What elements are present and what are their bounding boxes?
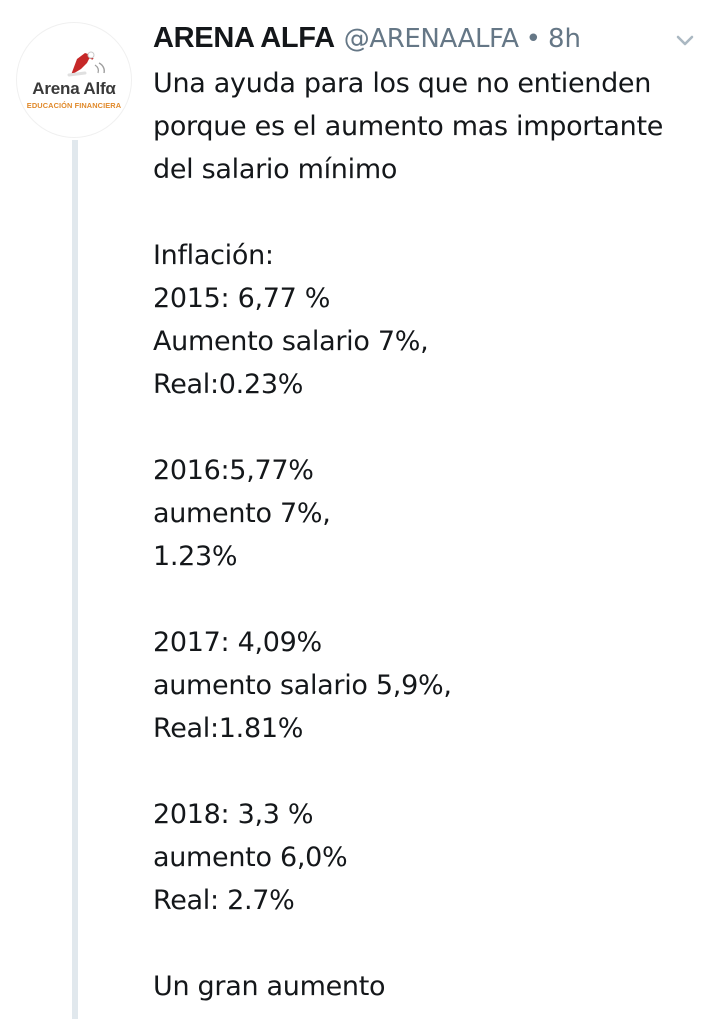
text-line: Inflación: [153, 240, 274, 271]
avatar[interactable]: Arena Alfα EDUCACIÓN FINANCIERA [17, 23, 131, 137]
text-line: aumento salario 5,9%, [153, 670, 452, 701]
text-line: Real: 2.7% [153, 885, 295, 916]
text-line: 1.23% [153, 541, 238, 572]
separator-dot: • [525, 24, 541, 54]
tweet-text: Una ayuda para los que no entienden porq… [153, 62, 713, 1008]
text-line: 2016:5,77% [153, 455, 314, 486]
text-line: Un gran aumento [153, 971, 386, 1002]
user-handle[interactable]: @ARENAALFA [344, 24, 519, 54]
text-line: Real:1.81% [153, 713, 304, 744]
text-line: del salario mínimo [153, 154, 398, 185]
logo-subtitle: EDUCACIÓN FINANCIERA [26, 101, 122, 110]
text-line: 2017: 4,09% [153, 627, 322, 658]
text-line: Una ayuda para los que no entienden [153, 68, 652, 99]
text-line: Aumento salario 7%, [153, 326, 429, 357]
text-line: Real:0.23% [153, 369, 304, 400]
text-line: 2015: 6,77 % [153, 283, 331, 314]
logo-name: Arena Alfα [32, 79, 116, 98]
text-line: aumento 7%, [153, 498, 331, 529]
tweet[interactable]: Arena Alfα EDUCACIÓN FINANCIERA ARENA AL… [0, 0, 720, 1019]
text-line: 2018: 3,3 % [153, 799, 314, 830]
chevron-down-icon[interactable] [670, 30, 700, 52]
text-line: aumento 6,0% [153, 842, 348, 873]
timestamp[interactable]: 8h [548, 24, 581, 54]
tweet-header: ARENA ALFA @ARENAALFA • 8h [153, 22, 581, 62]
text-line: porque es el aumento mas importante [153, 111, 664, 142]
thread-line [72, 140, 78, 1019]
display-name[interactable]: ARENA ALFA [153, 22, 335, 55]
